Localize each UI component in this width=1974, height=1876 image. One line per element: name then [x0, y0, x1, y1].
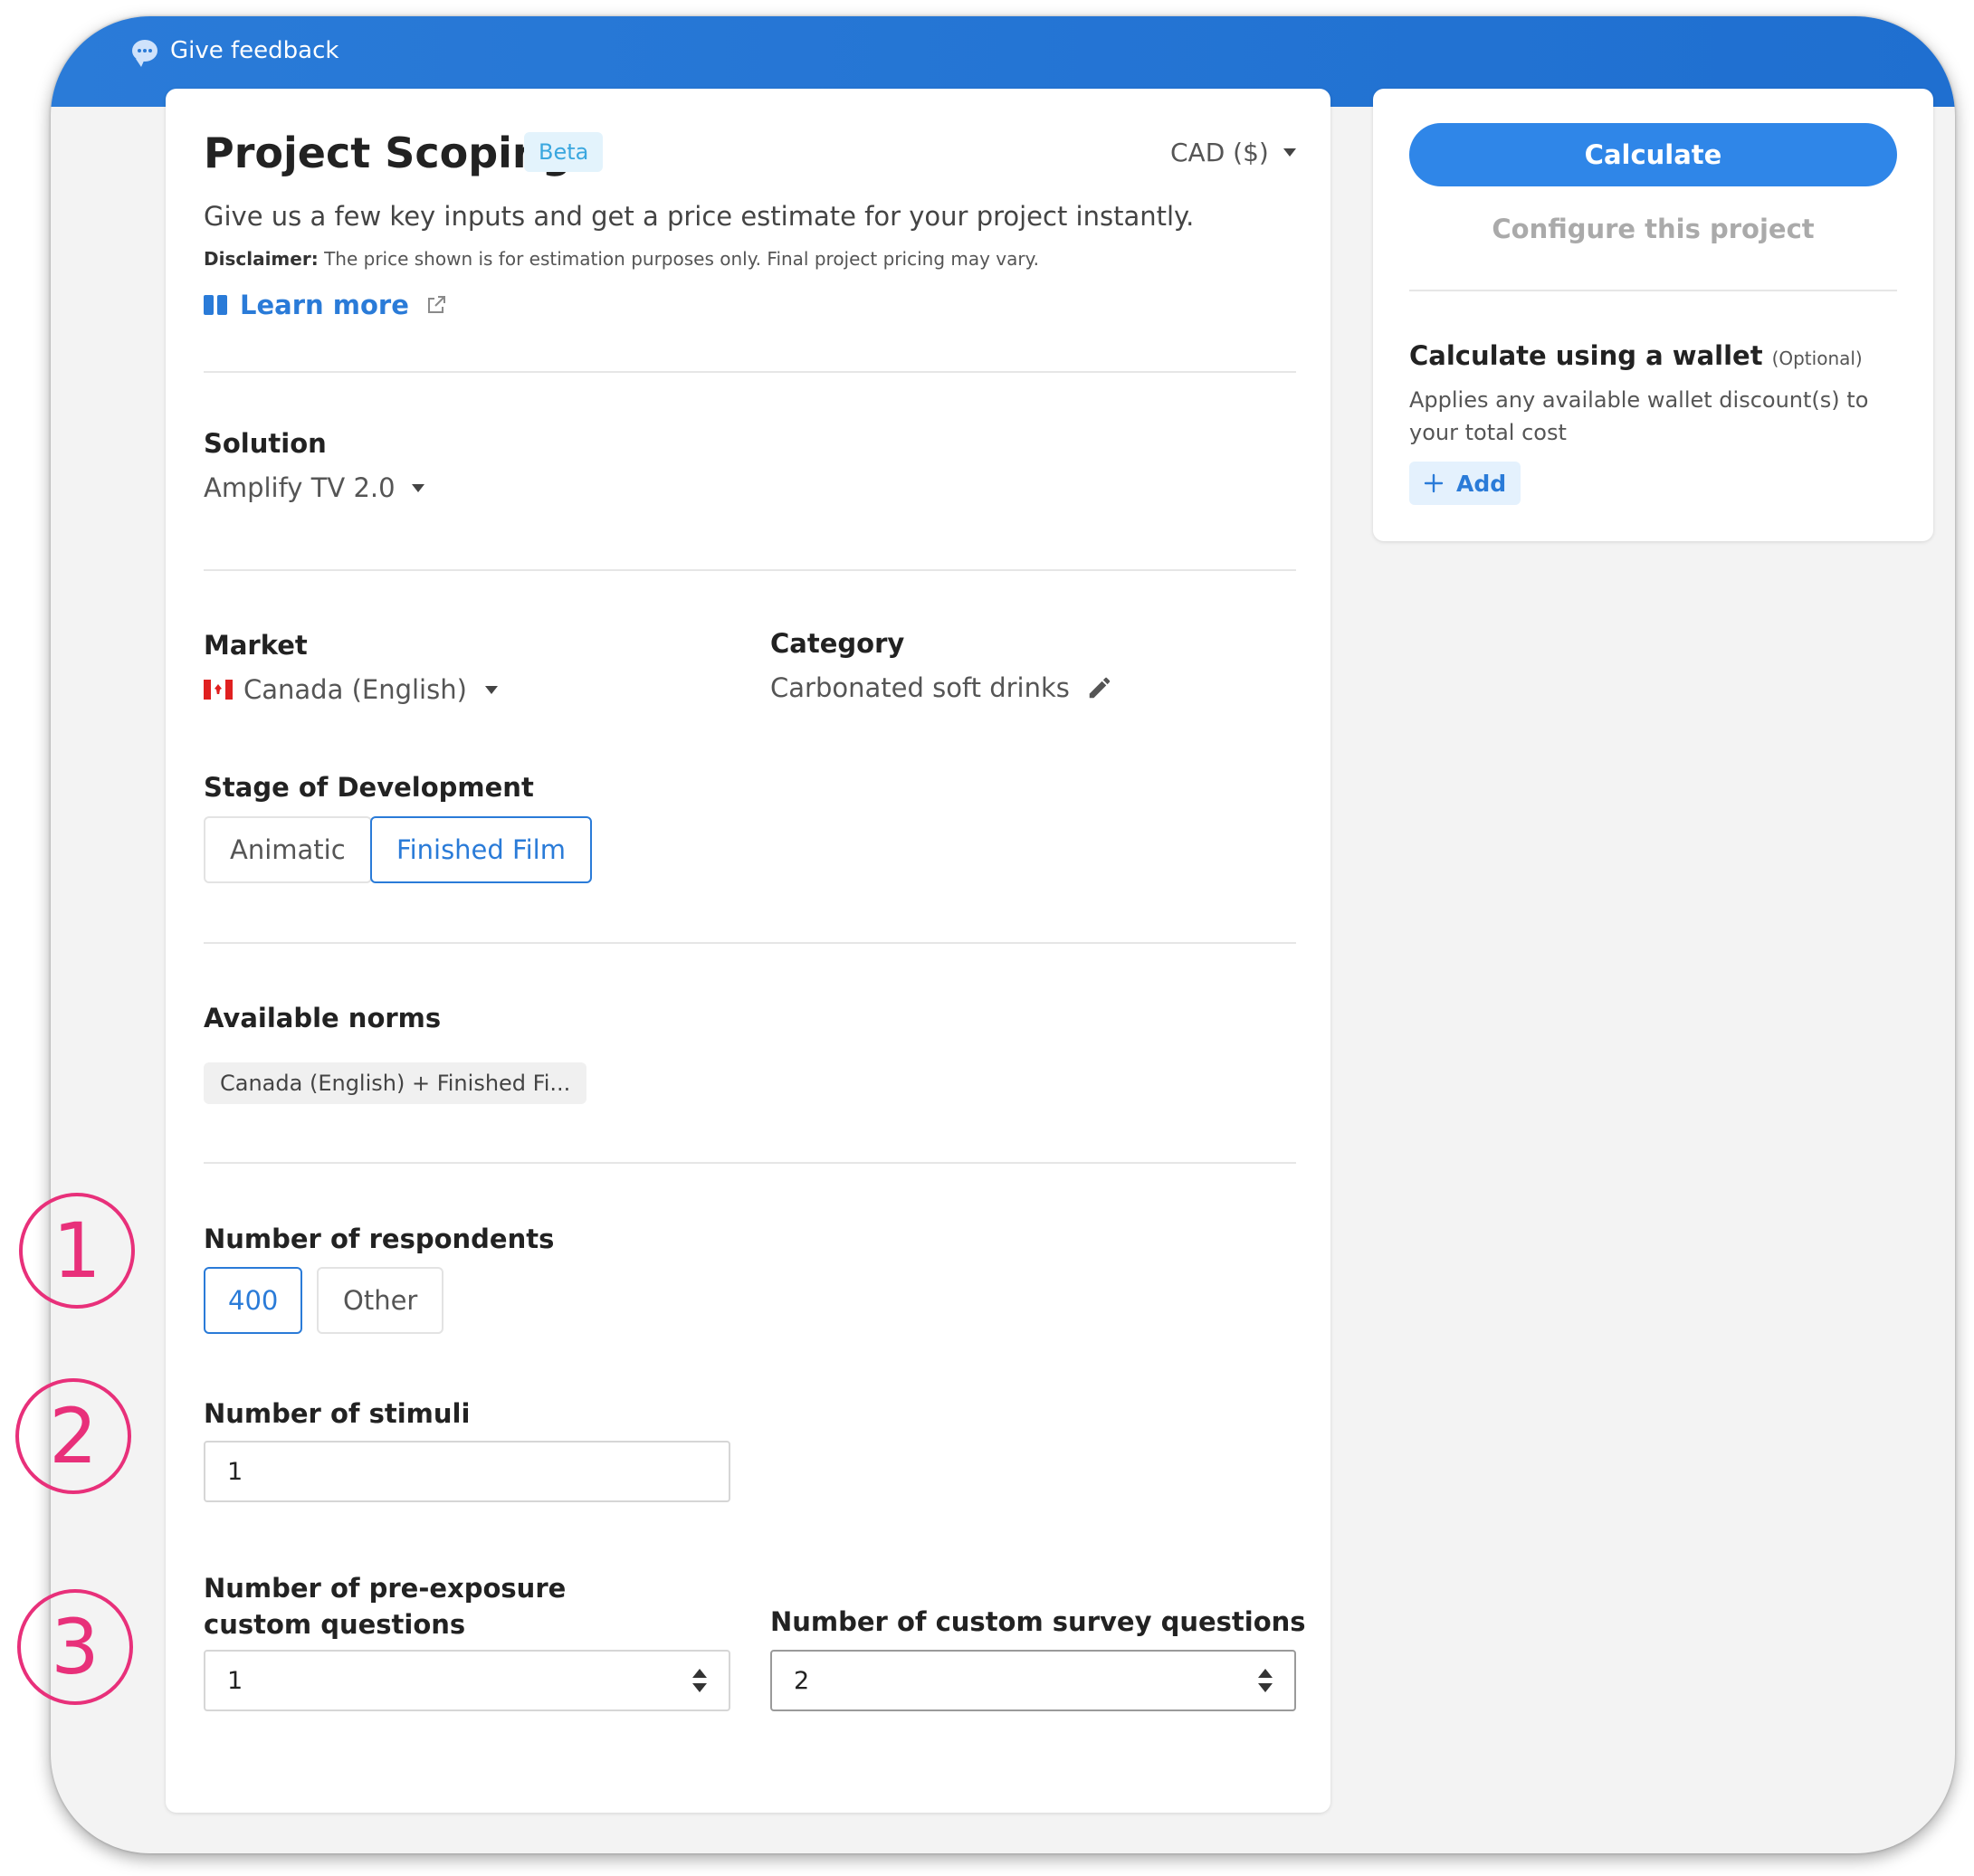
- spinner-arrows-icon[interactable]: [1258, 1669, 1273, 1692]
- add-wallet-button[interactable]: Add: [1409, 462, 1521, 505]
- respondents-option-other[interactable]: Other: [317, 1267, 444, 1334]
- book-icon: [204, 295, 227, 315]
- wallet-title-text: Calculate using a wallet: [1409, 340, 1763, 371]
- divider: [204, 569, 1296, 571]
- stage-option-finished-film[interactable]: Finished Film: [370, 816, 592, 883]
- respondents-label: Number of respondents: [204, 1224, 555, 1254]
- configure-project-button[interactable]: Configure this project: [1409, 214, 1897, 244]
- norm-chip: Canada (English) + Finished Fi...: [204, 1062, 587, 1104]
- add-label: Add: [1456, 470, 1507, 497]
- give-feedback-label: Give feedback: [170, 37, 339, 64]
- category-field: Carbonated soft drinks: [770, 672, 1113, 703]
- category-value: Carbonated soft drinks: [770, 672, 1070, 703]
- market-select[interactable]: Canada (English): [204, 674, 498, 705]
- stimuli-input[interactable]: 1: [204, 1441, 730, 1502]
- annotation-3: 3: [17, 1589, 133, 1705]
- learn-more-label: Learn more: [240, 290, 409, 320]
- beta-badge: Beta: [524, 132, 604, 172]
- spinner-arrows-icon[interactable]: [692, 1669, 707, 1692]
- caret-down-icon: [411, 483, 424, 492]
- custom-survey-stepper[interactable]: 2: [770, 1650, 1296, 1711]
- stage-label: Stage of Development: [204, 772, 534, 803]
- market-label: Market: [204, 630, 308, 661]
- disclaimer-text: The price shown is for estimation purpos…: [324, 248, 1039, 270]
- wallet-description: Applies any available wallet discount(s)…: [1409, 387, 1869, 445]
- norms-label: Available norms: [204, 1003, 442, 1033]
- page-subtitle: Give us a few key inputs and get a price…: [204, 201, 1195, 232]
- caret-down-icon: [484, 685, 498, 694]
- currency-select[interactable]: CAD ($): [1170, 138, 1296, 167]
- calculate-button[interactable]: Calculate: [1409, 123, 1897, 186]
- solution-select[interactable]: Amplify TV 2.0: [204, 472, 424, 503]
- respondents-option-400[interactable]: 400: [204, 1267, 303, 1334]
- calculate-card: Calculate Configure this project Calcula…: [1373, 89, 1933, 541]
- disclaimer-label: Disclaimer:: [204, 248, 319, 270]
- divider: [1409, 290, 1897, 291]
- custom-survey-label: Number of custom survey questions: [770, 1606, 1306, 1637]
- canada-flag-icon: [204, 680, 233, 700]
- external-link-icon: [427, 296, 445, 313]
- category-label: Category: [770, 628, 905, 659]
- disclaimer: Disclaimer: The price shown is for estim…: [204, 248, 1039, 270]
- annotation-1: 1: [19, 1193, 135, 1309]
- stimuli-value: 1: [227, 1457, 243, 1486]
- page-title: Project Scoping: [204, 129, 572, 177]
- plus-icon: [1424, 473, 1444, 493]
- divider: [204, 1162, 1296, 1164]
- give-feedback-link[interactable]: Give feedback: [132, 33, 339, 69]
- pre-exposure-label: Number of pre-exposure custom questions: [204, 1573, 567, 1640]
- divider: [204, 371, 1296, 373]
- market-value: Canada (English): [243, 674, 467, 705]
- solution-value: Amplify TV 2.0: [204, 472, 396, 503]
- stage-option-animatic[interactable]: Animatic: [204, 816, 372, 883]
- learn-more-link[interactable]: Learn more: [204, 290, 447, 320]
- solution-label: Solution: [204, 428, 327, 459]
- divider: [204, 942, 1296, 944]
- app-frame: Give feedback Project Scoping Beta CAD (…: [51, 16, 1955, 1853]
- stimuli-label: Number of stimuli: [204, 1398, 471, 1429]
- pencil-edit-icon[interactable]: [1086, 674, 1113, 701]
- pre-exposure-stepper[interactable]: 1: [204, 1650, 730, 1711]
- custom-survey-value: 2: [794, 1666, 810, 1695]
- caret-down-icon: [1283, 148, 1296, 157]
- wallet-title: Calculate using a wallet (Optional): [1409, 340, 1863, 371]
- chat-bubble-icon: [132, 40, 157, 67]
- pre-exposure-value: 1: [227, 1666, 243, 1695]
- currency-value: CAD ($): [1170, 138, 1269, 167]
- wallet-optional: (Optional): [1771, 348, 1863, 369]
- annotation-2: 2: [15, 1378, 131, 1494]
- project-scoping-card: Project Scoping Beta CAD ($) Give us a f…: [166, 89, 1330, 1813]
